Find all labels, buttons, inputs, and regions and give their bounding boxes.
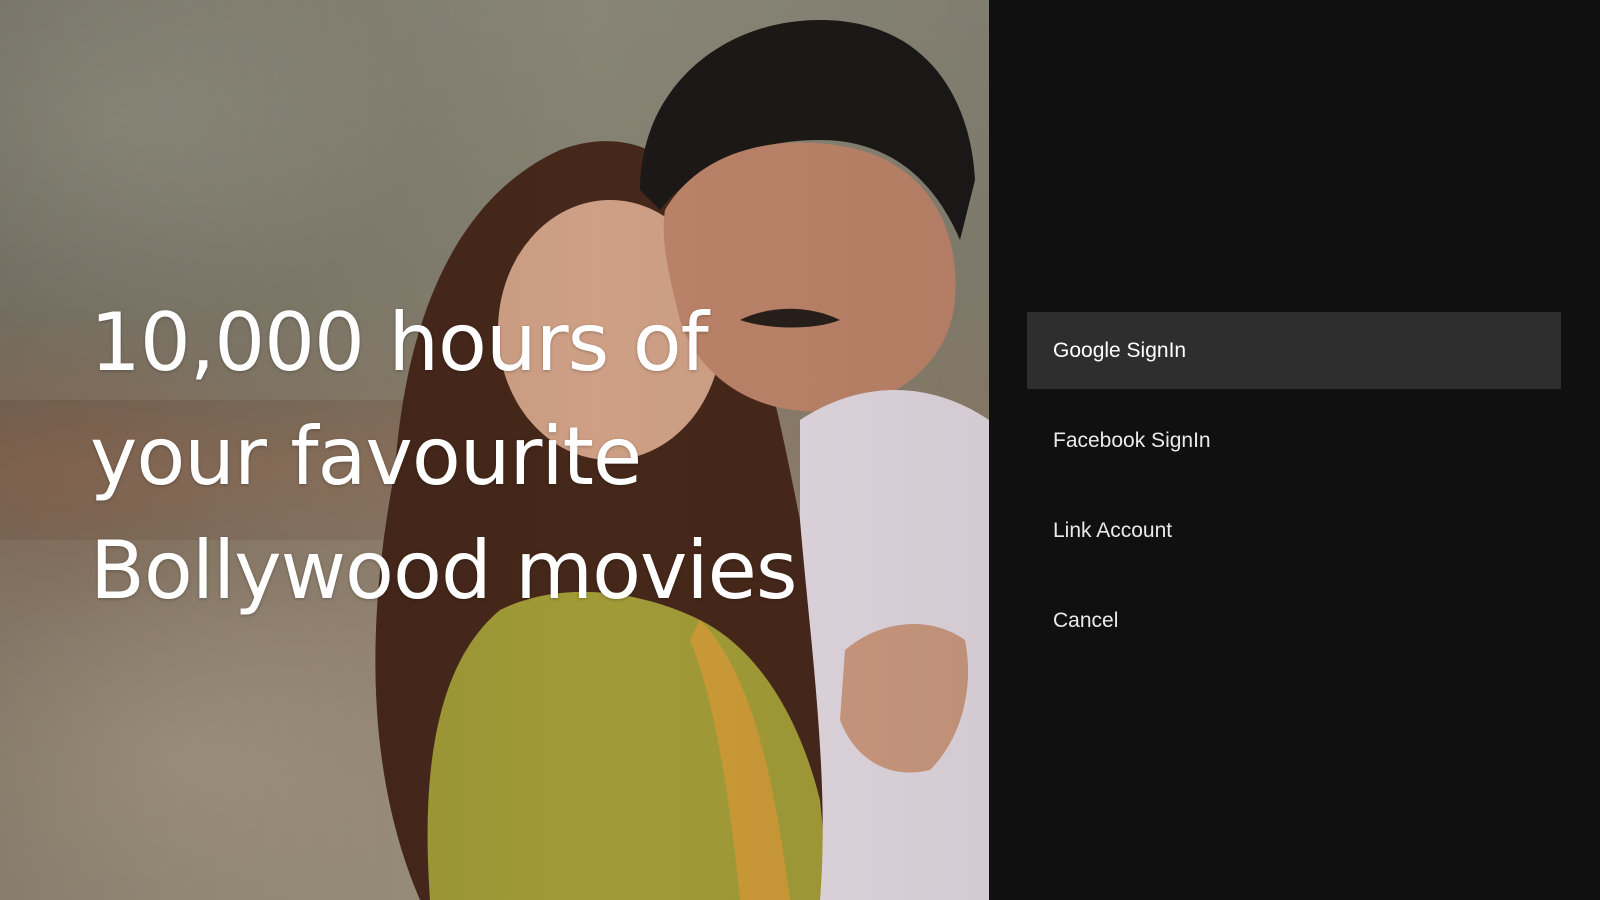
hero-panel: 10,000 hours of your favourite Bollywood… [0, 0, 989, 900]
signin-options-list: Google SignIn Facebook SignIn Link Accou… [1027, 312, 1561, 672]
signin-options-panel: Google SignIn Facebook SignIn Link Accou… [989, 0, 1600, 900]
cancel-button[interactable]: Cancel [1027, 582, 1561, 659]
promo-tagline: 10,000 hours of your favourite Bollywood… [90, 286, 910, 628]
google-signin-button[interactable]: Google SignIn [1027, 312, 1561, 389]
signin-screen: 10,000 hours of your favourite Bollywood… [0, 0, 1600, 900]
facebook-signin-button[interactable]: Facebook SignIn [1027, 402, 1561, 479]
tagline-line-2: your favourite [90, 410, 642, 503]
link-account-label: Link Account [1053, 518, 1173, 542]
tagline-line-3: Bollywood movies [90, 524, 798, 617]
link-account-button[interactable]: Link Account [1027, 492, 1561, 569]
google-signin-label: Google SignIn [1053, 338, 1187, 362]
tagline-line-1: 10,000 hours of [90, 296, 709, 389]
cancel-label: Cancel [1053, 608, 1119, 632]
facebook-signin-label: Facebook SignIn [1053, 428, 1211, 452]
